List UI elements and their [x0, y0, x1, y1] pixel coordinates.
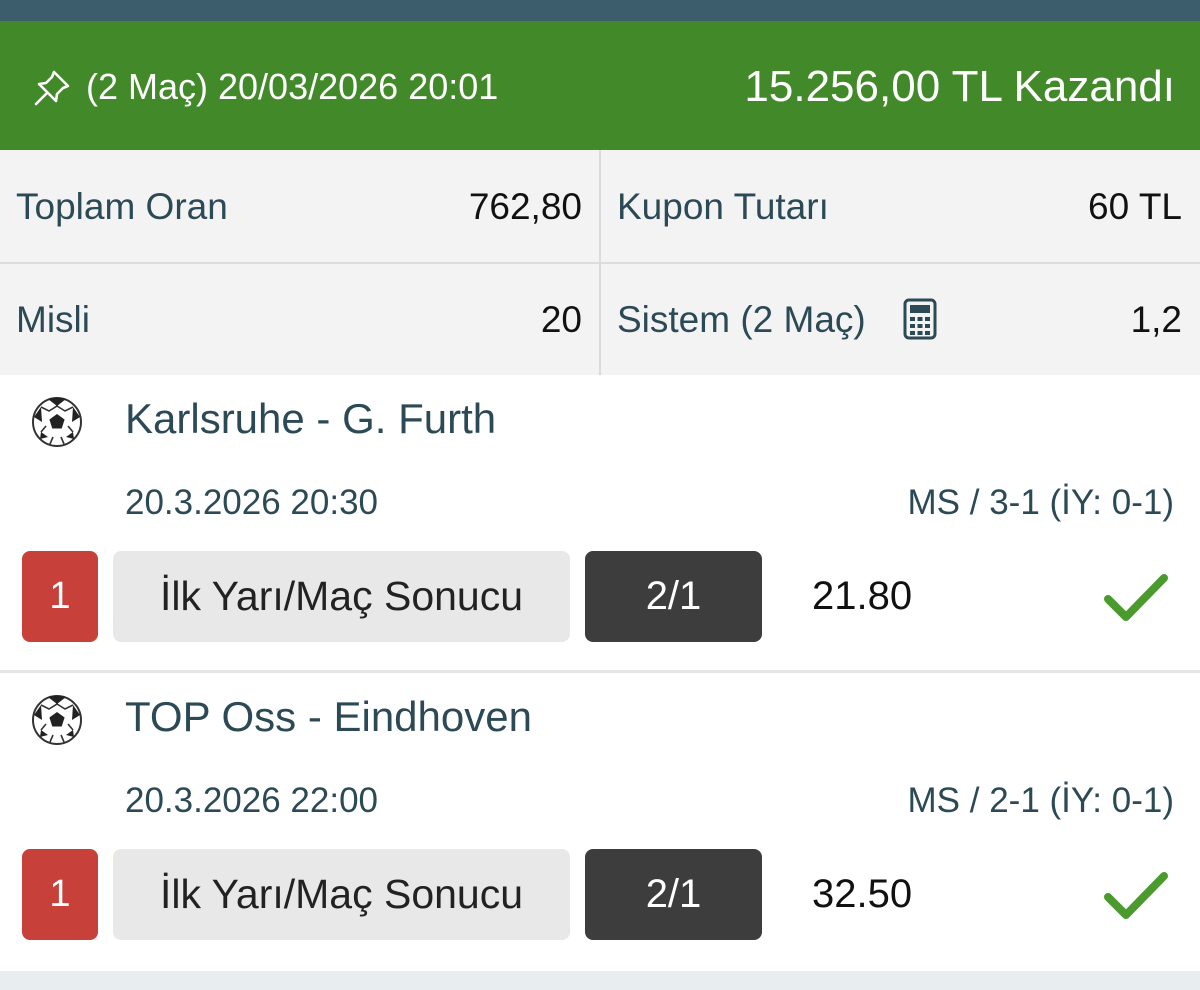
match-datetime: 20.3.2026 22:00 — [125, 781, 379, 820]
bet-index-badge: 1 — [22, 551, 98, 642]
bet-index-badge: 1 — [22, 849, 98, 940]
calculator-icon[interactable] — [903, 298, 937, 340]
match-score: MS / 2-1 (İY: 0-1) — [907, 781, 1174, 820]
coupon-result: 15.256,00 TL Kazandı — [744, 62, 1175, 111]
coupon-summary: Toplam Oran 762,80 Kupon Tutarı 60 TL Mi… — [0, 150, 1200, 375]
match-score: MS / 3-1 (İY: 0-1) — [907, 483, 1174, 522]
match-teams: Karlsruhe - G. Furth — [125, 395, 497, 442]
bet-odds: 21.80 — [812, 574, 913, 618]
coupon-amount-cell: Kupon Tutarı 60 TL — [601, 150, 1200, 262]
soccer-ball-icon — [32, 397, 82, 447]
system-label: Sistem (2 Maç) — [617, 299, 866, 340]
system-cell: Sistem (2 Maç) 1,2 — [601, 263, 1200, 375]
coupon-header[interactable]: (2 Maç) 20/03/2026 20:01 15.256,00 TL Ka… — [0, 21, 1200, 150]
bottom-strip — [0, 971, 1200, 990]
summary-divider-vertical — [599, 150, 601, 375]
match-teams: TOP Oss - Eindhoven — [125, 693, 532, 740]
bet-odds: 32.50 — [812, 872, 913, 916]
bet-market: İlk Yarı/Maç Sonucu — [113, 849, 570, 940]
top-status-strip — [0, 0, 1200, 21]
match-row[interactable]: TOP Oss - Eindhoven 20.3.2026 22:00 MS /… — [0, 673, 1200, 971]
bet-pick: 2/1 — [585, 551, 762, 642]
multiplier-value: 20 — [540, 299, 582, 340]
coupon-title: (2 Maç) 20/03/2026 20:01 — [86, 66, 499, 107]
total-odds-label: Toplam Oran — [16, 186, 228, 227]
total-odds-cell: Toplam Oran 762,80 — [0, 150, 600, 262]
pin-icon[interactable] — [32, 68, 72, 108]
multiplier-label: Misli — [16, 299, 90, 340]
match-datetime: 20.3.2026 20:30 — [125, 483, 379, 522]
bet-market: İlk Yarı/Maç Sonucu — [113, 551, 570, 642]
soccer-ball-icon — [32, 695, 82, 745]
multiplier-cell: Misli 20 — [0, 263, 600, 375]
match-row[interactable]: Karlsruhe - G. Furth 20.3.2026 20:30 MS … — [0, 375, 1200, 673]
system-value: 1,2 — [1130, 299, 1182, 340]
check-icon — [1104, 872, 1168, 919]
coupon-amount-label: Kupon Tutarı — [617, 186, 829, 227]
check-icon — [1104, 574, 1168, 621]
coupon-amount-value: 60 TL — [1088, 186, 1182, 227]
bet-pick: 2/1 — [585, 849, 762, 940]
total-odds-value: 762,80 — [468, 186, 582, 227]
